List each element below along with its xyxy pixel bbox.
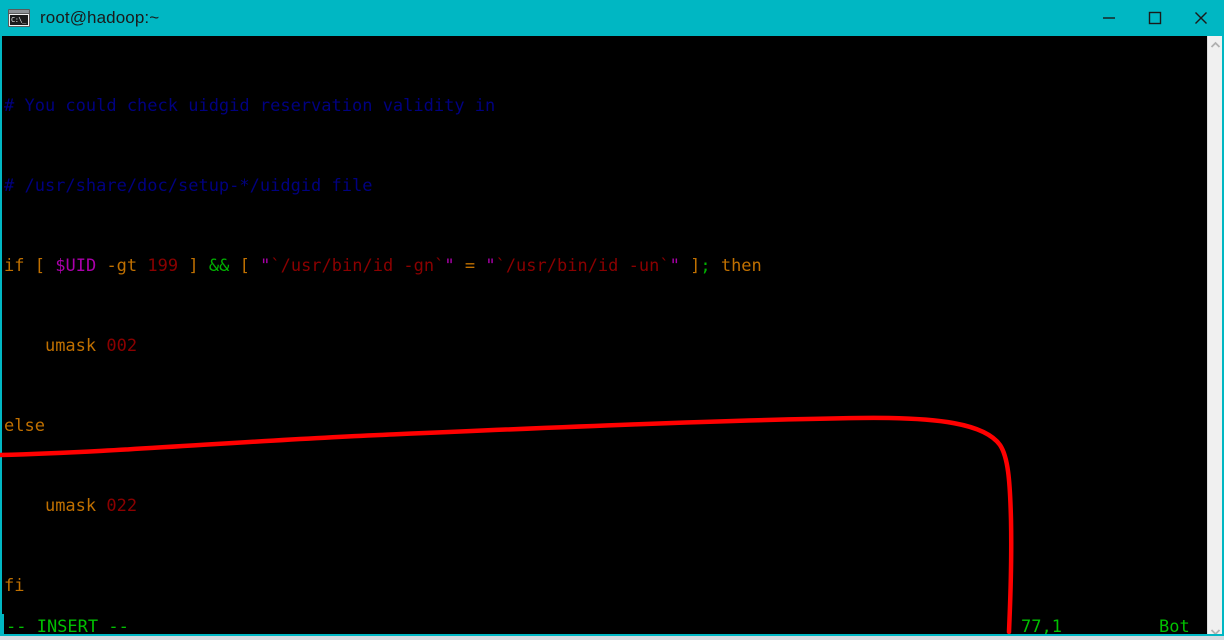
window-controls [1086,0,1224,36]
taskbar-sliver [0,636,1224,640]
icon-titlebar-strip [9,10,29,14]
code-line: # You could check uidgid reservation val… [4,96,1207,116]
terminal-icon: C:\_ [8,9,30,27]
terminal-window: C:\_ root@hadoop:~ # You could check uid… [0,0,1224,640]
comment-text: # You could check uidgid reservation val… [4,96,496,116]
comment-text: # /usr/share/doc/setup-*/uidgid file [4,176,373,196]
code-line: if [ $UID -gt 199 ] && [ "`/usr/bin/id -… [4,256,762,276]
code-line: umask 022 [44,496,138,516]
chevron-up-icon[interactable] [1208,36,1222,53]
terminal-screen[interactable]: # You could check uidgid reservation val… [0,36,1207,640]
vertical-scrollbar[interactable] [1207,36,1224,640]
vim-buffer[interactable]: # You could check uidgid reservation val… [2,36,1207,640]
code-line: umask 002 [44,336,138,356]
code-line: fi [4,576,25,596]
title-bar[interactable]: C:\_ root@hadoop:~ [0,0,1224,36]
code-line: # /usr/share/doc/setup-*/uidgid file [4,176,1207,196]
maximize-button[interactable] [1132,0,1178,36]
code-line: else [4,416,45,436]
minimize-button[interactable] [1086,0,1132,36]
window-title: root@hadoop:~ [40,8,160,27]
close-button[interactable] [1178,0,1224,36]
icon-prompt-text: C:\_ [10,15,28,25]
